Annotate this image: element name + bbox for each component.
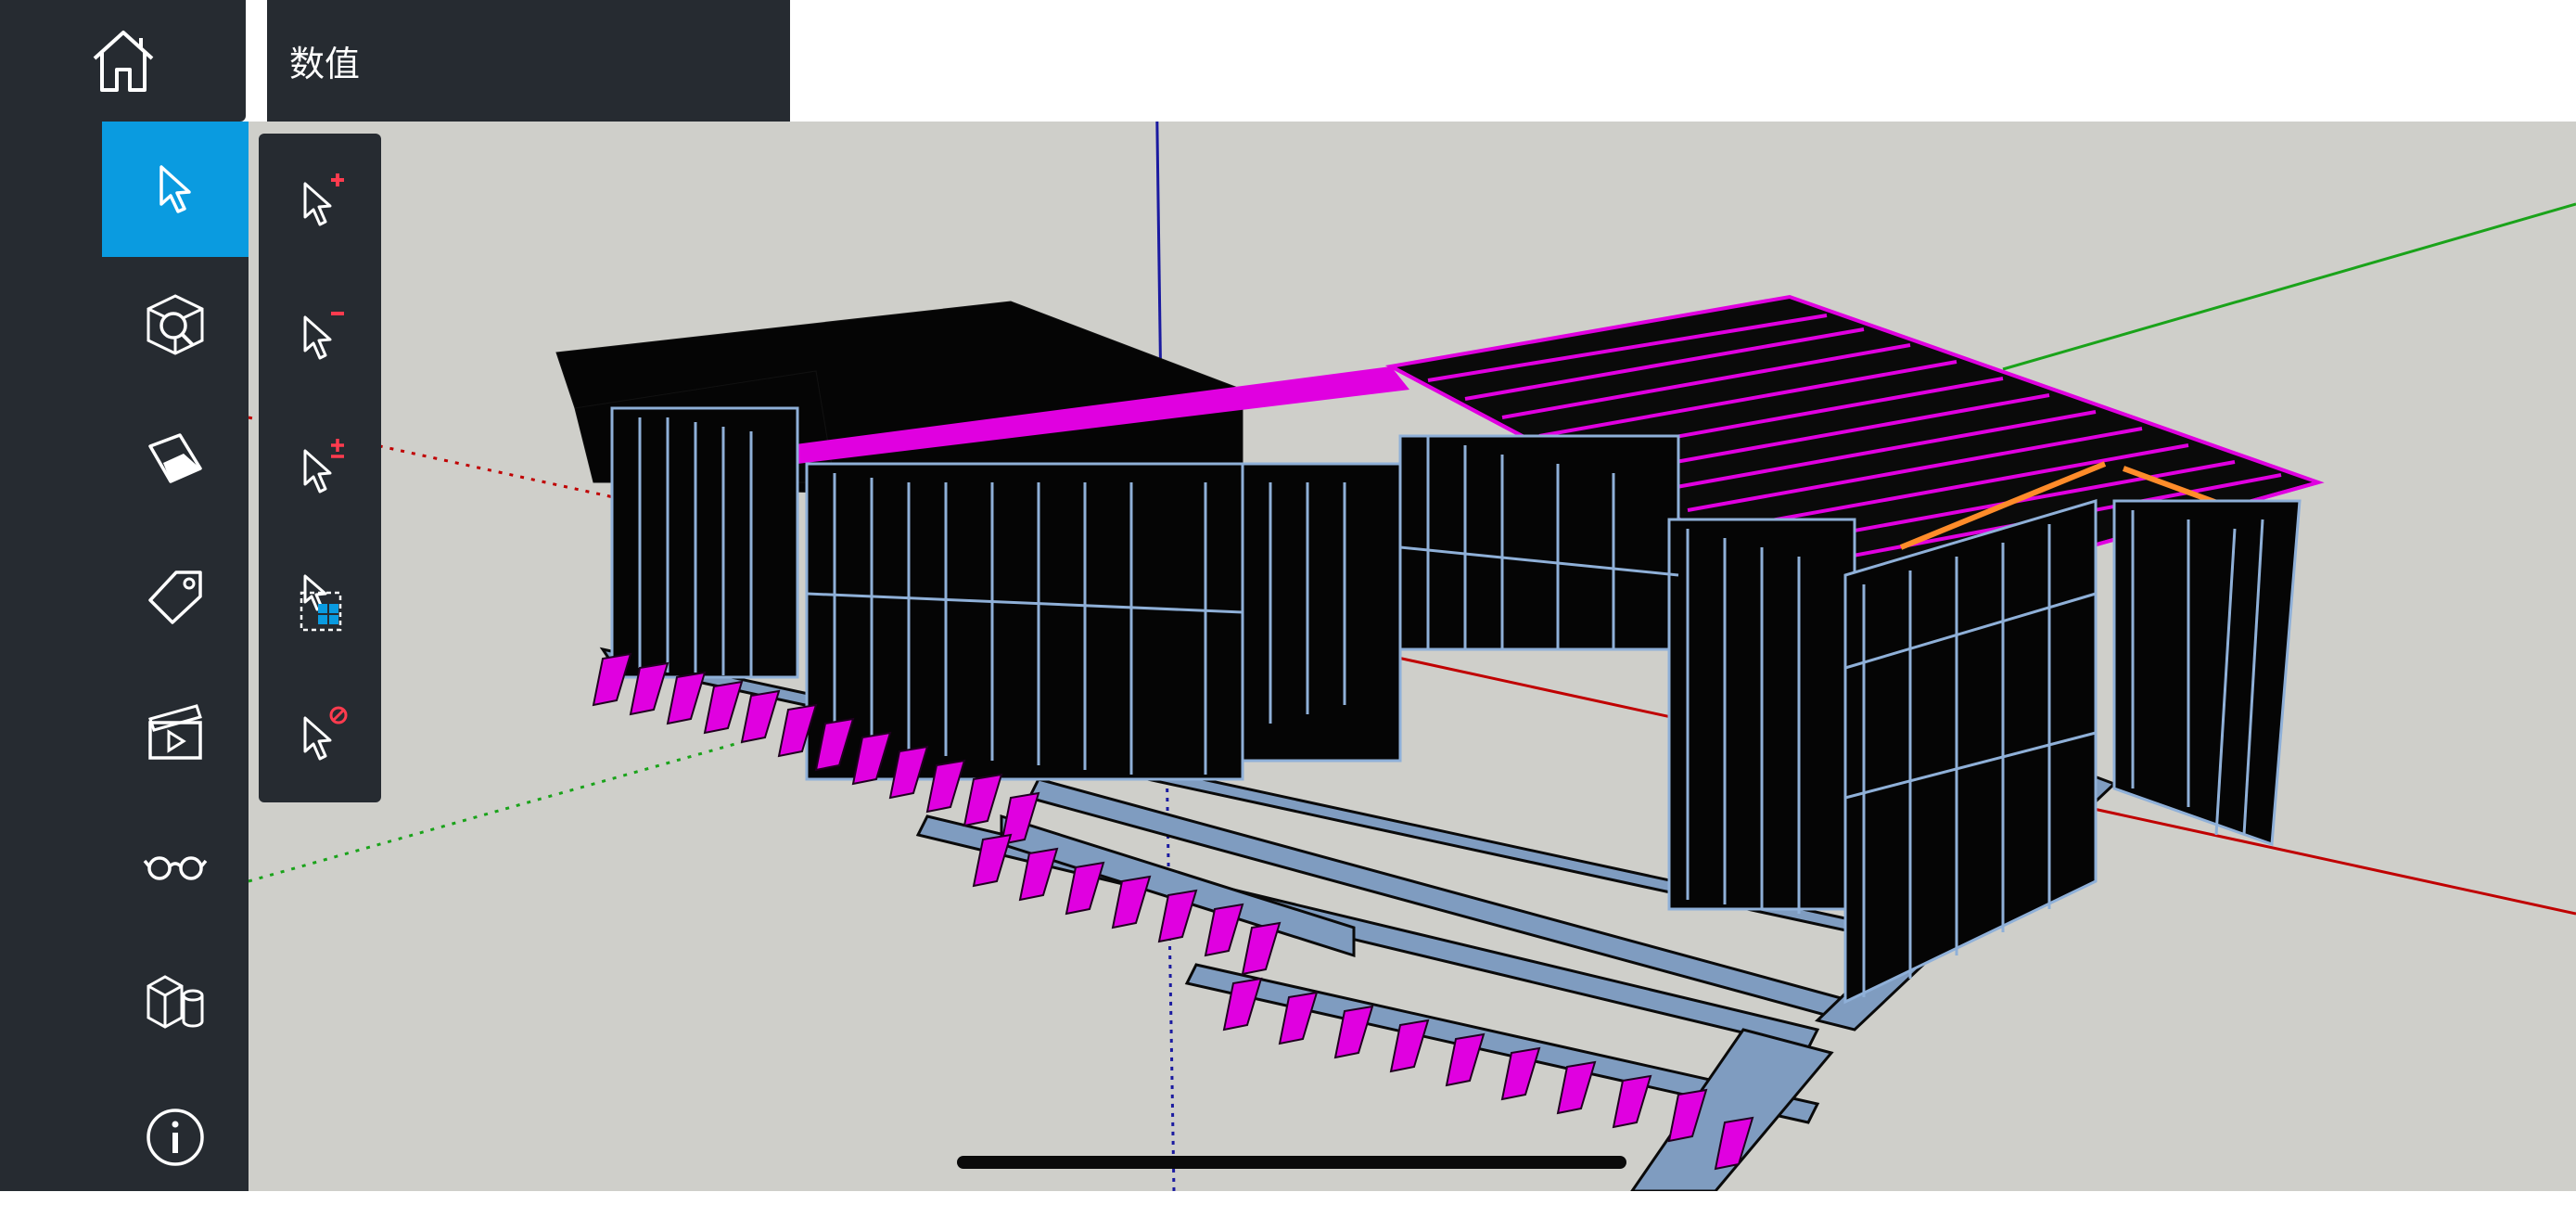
select-toggle-button[interactable] [259,401,381,534]
tag-icon [148,570,202,624]
model-viewport[interactable] [0,122,2576,1191]
select-add-icon [303,173,344,226]
view-tool-button[interactable] [102,799,249,934]
home-button[interactable] [0,0,246,122]
tag-tool-button[interactable] [102,528,249,663]
info-icon [147,1109,204,1166]
measurements-label: 数值 [289,44,361,84]
components-icon [147,975,204,1029]
select-subtract-button[interactable] [259,267,381,401]
components-tool-button[interactable] [102,934,249,1070]
home-icon [93,30,153,92]
eraser-icon [148,433,202,483]
info-tool-button[interactable] [102,1070,249,1205]
eraser-tool-button[interactable] [102,392,249,528]
model-scene [248,122,2576,1191]
select-toggle-icon [303,439,344,494]
home-indicator[interactable] [957,1156,1626,1169]
glasses-icon [143,856,208,880]
select-window-icon [300,574,342,632]
select-add-button[interactable] [259,134,381,267]
select-arrow-icon [159,165,191,213]
measurements-box[interactable]: 数值 [267,0,790,122]
select-subtract-icon [303,312,344,360]
scenes-tool-button[interactable] [102,663,249,799]
main-toolbar [0,122,249,1191]
search-model-tool-button[interactable] [102,257,249,392]
select-submenu [259,134,381,802]
clapperboard-icon [148,704,202,760]
select-clear-icon [303,706,348,761]
search-model-icon [147,294,204,355]
select-clear-button[interactable] [259,668,381,801]
green-axis [2002,202,2576,371]
select-tool-button[interactable] [102,122,249,257]
select-window-button[interactable] [259,534,381,668]
